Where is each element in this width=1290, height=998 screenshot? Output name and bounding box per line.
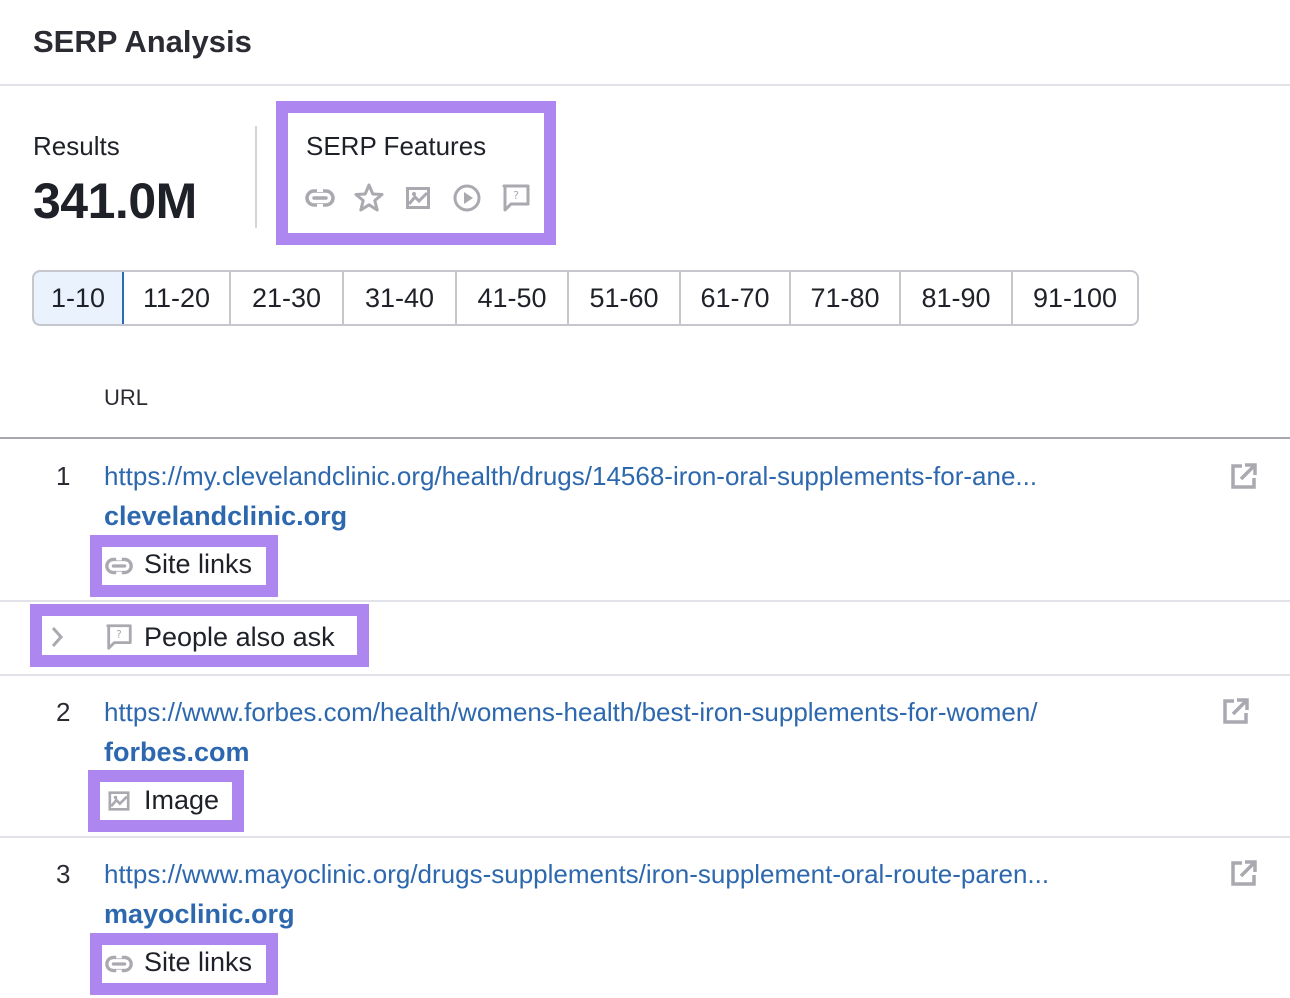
svg-text:?: ? bbox=[116, 629, 121, 641]
header-divider bbox=[0, 437, 1290, 439]
chevron-right-icon[interactable] bbox=[44, 622, 70, 652]
external-link-icon[interactable] bbox=[1229, 858, 1259, 888]
feature-label: Image bbox=[144, 785, 220, 815]
image-icon[interactable] bbox=[402, 182, 434, 214]
page-51-60[interactable]: 51-60 bbox=[569, 272, 681, 324]
star-icon[interactable] bbox=[353, 182, 385, 214]
pagination: 1-10 11-20 21-30 31-40 41-50 51-60 61-70… bbox=[32, 270, 1139, 326]
page-title: SERP Analysis bbox=[33, 24, 252, 59]
row-position: 2 bbox=[56, 697, 71, 727]
page-41-50[interactable]: 41-50 bbox=[457, 272, 569, 324]
row-divider bbox=[0, 836, 1290, 838]
serp-feature-icons: ? bbox=[304, 182, 532, 214]
question-bubble-icon: ? bbox=[104, 622, 134, 652]
play-icon[interactable] bbox=[451, 182, 483, 214]
result-domain[interactable]: forbes.com bbox=[104, 737, 250, 768]
serp-features-label: SERP Features bbox=[306, 131, 487, 161]
row-position: 3 bbox=[56, 859, 71, 889]
question-bubble-icon[interactable]: ? bbox=[500, 182, 532, 214]
result-url[interactable]: https://my.clevelandclinic.org/health/dr… bbox=[104, 461, 1037, 492]
link-icon[interactable] bbox=[304, 182, 336, 214]
page-91-100[interactable]: 91-100 bbox=[1013, 272, 1137, 324]
feature-label: Site links bbox=[144, 947, 253, 977]
image-icon bbox=[104, 786, 134, 816]
link-icon bbox=[104, 949, 134, 979]
page-11-20[interactable]: 11-20 bbox=[124, 272, 231, 324]
page-1-10[interactable]: 1-10 bbox=[34, 272, 124, 324]
page-31-40[interactable]: 31-40 bbox=[344, 272, 457, 324]
page-81-90[interactable]: 81-90 bbox=[901, 272, 1013, 324]
link-icon bbox=[104, 551, 134, 581]
result-url[interactable]: https://www.forbes.com/health/womens-hea… bbox=[104, 697, 1038, 728]
page-61-70[interactable]: 61-70 bbox=[681, 272, 791, 324]
page-71-80[interactable]: 71-80 bbox=[791, 272, 901, 324]
svg-text:?: ? bbox=[513, 189, 519, 202]
row-position: 1 bbox=[56, 461, 71, 491]
result-domain[interactable]: mayoclinic.org bbox=[104, 899, 295, 930]
summary-divider bbox=[255, 126, 257, 228]
page-21-30[interactable]: 21-30 bbox=[231, 272, 344, 324]
column-header-url[interactable]: URL bbox=[104, 385, 148, 411]
serp-features-highlight bbox=[276, 101, 556, 245]
external-link-icon[interactable] bbox=[1229, 461, 1259, 491]
results-value: 341.0M bbox=[33, 173, 197, 229]
row-divider bbox=[0, 600, 1290, 602]
result-url[interactable]: https://www.mayoclinic.org/drugs-supplem… bbox=[104, 859, 1049, 890]
results-label: Results bbox=[33, 131, 120, 161]
result-domain[interactable]: clevelandclinic.org bbox=[104, 501, 347, 532]
external-link-icon[interactable] bbox=[1221, 696, 1251, 726]
feature-label: Site links bbox=[144, 549, 253, 579]
people-also-ask-label: People also ask bbox=[144, 622, 335, 652]
row-divider bbox=[0, 674, 1290, 676]
panel-header: SERP Analysis bbox=[0, 0, 1290, 86]
